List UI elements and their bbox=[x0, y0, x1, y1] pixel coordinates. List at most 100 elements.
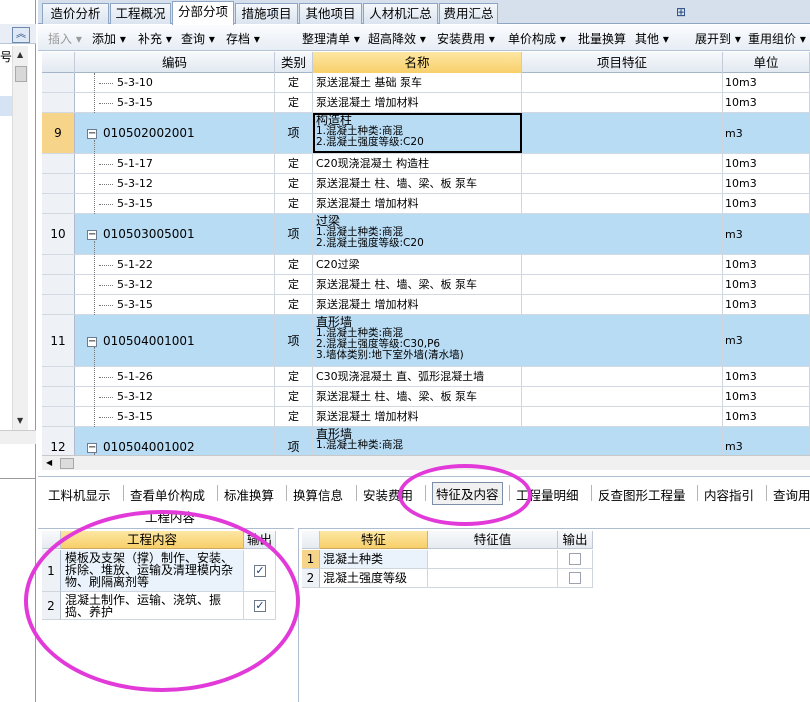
row-feature[interactable] bbox=[522, 214, 723, 254]
grid-header-type[interactable]: 类别 bbox=[275, 52, 313, 73]
row-type[interactable]: 项 bbox=[275, 427, 313, 455]
table-row[interactable]: 5-3-15 定泵送混凝土 增加材料 10m3 bbox=[42, 194, 810, 214]
row-index[interactable]: 9 bbox=[42, 113, 75, 153]
row-type[interactable]: 定 bbox=[275, 174, 313, 193]
toolbar-item-12[interactable]: 重用组价 ▾ bbox=[748, 30, 806, 47]
grid-header-unit[interactable]: 单位 bbox=[723, 52, 810, 73]
grid-horizontal-scrollbar[interactable]: ◀ bbox=[42, 455, 810, 470]
row-name-cell[interactable]: 直形墙 1.混凝土种类:商混 bbox=[313, 427, 522, 455]
tab-2[interactable]: 分部分项 bbox=[172, 1, 234, 25]
row-index[interactable] bbox=[42, 407, 75, 426]
binoculars-icon[interactable]: ⌕ bbox=[270, 5, 286, 20]
scroll-down-arrow-icon[interactable]: ▼ bbox=[17, 416, 23, 425]
row-code-cell[interactable]: 5-3-15 bbox=[75, 295, 275, 314]
table-row[interactable]: 5-3-12 定泵送混凝土 柱、墙、梁、板 泵车 10m3 bbox=[42, 275, 810, 295]
toolbar-item-1[interactable]: 添加 ▾ bbox=[92, 30, 126, 47]
feature-value[interactable] bbox=[428, 569, 558, 588]
scroll-thumb[interactable] bbox=[15, 66, 27, 82]
row-unit[interactable]: 10m3 bbox=[723, 154, 810, 173]
row-name-cell[interactable]: 泵送混凝土 柱、墙、梁、板 泵车 bbox=[313, 275, 522, 294]
row-code-cell[interactable]: 5-3-10 bbox=[75, 73, 275, 92]
table-row[interactable]: 5-3-12 定泵送混凝土 柱、墙、梁、板 泵车 10m3 bbox=[42, 174, 810, 194]
row-code-cell[interactable]: 5-3-12 bbox=[75, 174, 275, 193]
row-index[interactable] bbox=[42, 255, 75, 274]
row-feature[interactable] bbox=[522, 407, 723, 426]
row-index[interactable]: 11 bbox=[42, 315, 75, 366]
feature-name[interactable]: 混凝土种类 bbox=[320, 550, 428, 569]
detail-tab-0[interactable]: 工料机显示 bbox=[48, 485, 111, 504]
row-index[interactable]: 12 bbox=[42, 427, 75, 455]
row-code-cell[interactable]: −010504001002 bbox=[75, 427, 275, 455]
row-unit[interactable]: 10m3 bbox=[723, 93, 810, 112]
row-code-cell[interactable]: 5-3-15 bbox=[75, 407, 275, 426]
row-feature[interactable] bbox=[522, 113, 723, 153]
row-type[interactable]: 定 bbox=[275, 154, 313, 173]
row-name-cell[interactable]: C20现浇混凝土 构造柱 bbox=[313, 154, 522, 173]
toolbar-item-3[interactable]: 查询 ▾ bbox=[181, 30, 215, 47]
row-feature[interactable] bbox=[522, 427, 723, 455]
toolbar-item-8[interactable]: 单价构成 ▾ bbox=[508, 30, 566, 47]
feature-header-output[interactable]: 输出 bbox=[558, 531, 593, 549]
row-feature[interactable] bbox=[522, 93, 723, 112]
tab-1[interactable]: 工程概况 bbox=[110, 3, 171, 24]
toolbar-item-0[interactable]: 插入 ▾ bbox=[48, 30, 82, 47]
toolbar-item-10[interactable]: 其他 ▾ bbox=[635, 30, 669, 47]
collapse-minus-icon[interactable]: − bbox=[87, 442, 97, 453]
row-type[interactable]: 定 bbox=[275, 275, 313, 294]
row-feature[interactable] bbox=[522, 174, 723, 193]
toolbar-item-9[interactable]: 批量换算 bbox=[578, 30, 626, 47]
row-index[interactable] bbox=[42, 275, 75, 294]
row-unit[interactable]: m3 bbox=[723, 214, 810, 254]
row-unit[interactable]: 10m3 bbox=[723, 387, 810, 406]
toolbar-item-7[interactable]: 安装费用 ▾ bbox=[437, 30, 495, 47]
row-code-cell[interactable]: −010503005001 bbox=[75, 214, 275, 254]
row-code-cell[interactable]: 5-3-12 bbox=[75, 387, 275, 406]
row-feature[interactable] bbox=[522, 275, 723, 294]
row-feature[interactable] bbox=[522, 73, 723, 92]
tab-6[interactable]: 费用汇总 bbox=[439, 3, 498, 24]
feature-row-index[interactable]: 2 bbox=[302, 569, 320, 588]
toolbar-item-5[interactable]: 整理清单 ▾ bbox=[302, 30, 360, 47]
row-unit[interactable]: 10m3 bbox=[723, 407, 810, 426]
feature-value[interactable] bbox=[428, 550, 558, 569]
row-unit[interactable]: m3 bbox=[723, 113, 810, 153]
row-feature[interactable] bbox=[522, 295, 723, 314]
table-row[interactable]: 12−010504001002 项直形墙 1.混凝土种类:商混 m3 bbox=[42, 427, 810, 455]
row-index[interactable] bbox=[42, 154, 75, 173]
row-type[interactable]: 定 bbox=[275, 387, 313, 406]
row-feature[interactable] bbox=[522, 367, 723, 386]
row-name-cell[interactable]: C20过梁 bbox=[313, 255, 522, 274]
collapse-minus-icon[interactable]: − bbox=[87, 128, 97, 139]
toolbar-item-2[interactable]: 补充 ▾ bbox=[138, 30, 172, 47]
row-unit[interactable]: 10m3 bbox=[723, 73, 810, 92]
row-index[interactable]: 10 bbox=[42, 214, 75, 254]
table-row[interactable]: 5-3-12 定泵送混凝土 柱、墙、梁、板 泵车 10m3 bbox=[42, 387, 810, 407]
toolbar-item-4[interactable]: 存档 ▾ bbox=[226, 30, 260, 47]
row-unit[interactable]: 10m3 bbox=[723, 295, 810, 314]
row-feature[interactable] bbox=[522, 255, 723, 274]
row-unit[interactable]: m3 bbox=[723, 315, 810, 366]
row-unit[interactable]: 10m3 bbox=[723, 174, 810, 193]
row-type[interactable]: 定 bbox=[275, 194, 313, 213]
row-unit[interactable]: 10m3 bbox=[723, 255, 810, 274]
table-row[interactable]: 5-3-15 定泵送混凝土 增加材料 10m3 bbox=[42, 295, 810, 315]
left-panel-vertical-scrollbar[interactable]: ▲ ▼ bbox=[12, 46, 28, 430]
collapse-minus-icon[interactable]: − bbox=[87, 229, 97, 240]
row-code-cell[interactable]: −010504001001 bbox=[75, 315, 275, 366]
scroll-up-arrow-icon[interactable]: ▲ bbox=[17, 50, 23, 59]
table-row[interactable]: 9−010502002001 项构造柱 1.混凝土种类:商混 2.混凝土强度等级:C2… bbox=[42, 113, 810, 154]
table-row[interactable]: 5-1-26 定 C30现浇混凝土 直、弧形混凝土墙 10m3 bbox=[42, 367, 810, 387]
row-name-cell[interactable]: 泵送混凝土 增加材料 bbox=[313, 93, 522, 112]
tab-5[interactable]: 人材机汇总 bbox=[363, 3, 438, 24]
row-name-cell[interactable]: 泵送混凝土 增加材料 bbox=[313, 295, 522, 314]
collapse-up-icon[interactable]: ︽ bbox=[12, 27, 30, 43]
row-code-cell[interactable]: 5-1-17 bbox=[75, 154, 275, 173]
row-code-cell[interactable]: −010502002001 bbox=[75, 113, 275, 153]
row-type[interactable]: 项 bbox=[275, 315, 313, 366]
row-name-cell[interactable]: 过梁 1.混凝土种类:商混 2.混凝土强度等级:C20 bbox=[313, 214, 522, 254]
tree-expand-icon[interactable]: ⊞ bbox=[676, 5, 692, 20]
row-type[interactable]: 定 bbox=[275, 73, 313, 92]
left-panel-selected-row[interactable] bbox=[0, 96, 12, 116]
row-code-cell[interactable]: 5-3-12 bbox=[75, 275, 275, 294]
row-index[interactable] bbox=[42, 93, 75, 112]
